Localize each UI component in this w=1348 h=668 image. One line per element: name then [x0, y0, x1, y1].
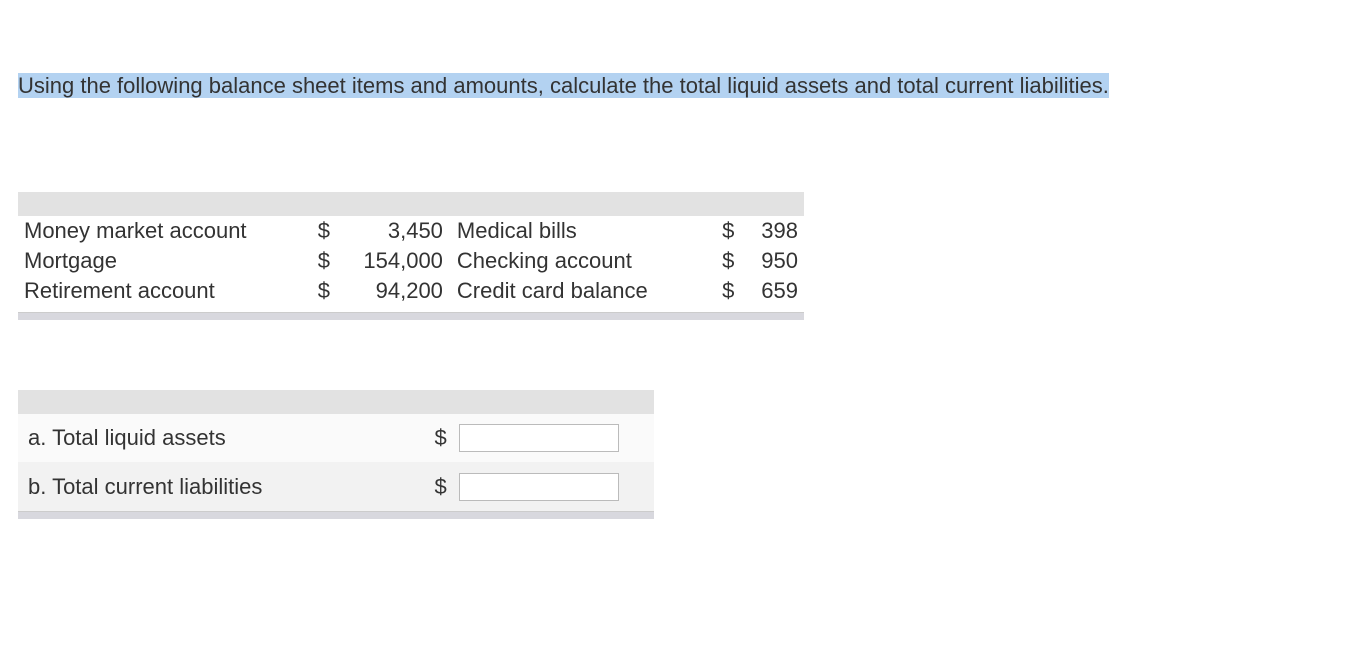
answer-field-cell: [451, 462, 654, 511]
currency-symbol: $: [424, 414, 450, 463]
item-value: 3,450: [343, 216, 451, 246]
item-value: 94,200: [343, 276, 451, 306]
answer-row: a. Total liquid assets $: [18, 414, 654, 463]
item-label: Mortgage: [18, 246, 318, 276]
page-container: Using the following balance sheet items …: [0, 0, 1348, 559]
data-header-strip: [18, 192, 804, 216]
answer-label: a. Total liquid assets: [18, 414, 424, 463]
answer-row: b. Total current liabilities $: [18, 462, 654, 511]
currency-symbol: $: [318, 276, 343, 306]
balance-items-table: Money market account $ 3,450 Medical bil…: [18, 216, 804, 306]
currency-symbol: $: [424, 462, 450, 511]
total-current-liabilities-input[interactable]: [459, 473, 619, 501]
currency-symbol: $: [716, 276, 744, 306]
question-text: Using the following balance sheet items …: [18, 73, 1109, 98]
answer-label: b. Total current liabilities: [18, 462, 424, 511]
data-footer-strip: [18, 312, 804, 320]
currency-symbol: $: [716, 216, 744, 246]
question-block: Using the following balance sheet items …: [18, 70, 1330, 102]
item-value: 398: [744, 216, 804, 246]
item-value: 659: [744, 276, 804, 306]
answer-header-strip: [18, 390, 654, 414]
item-label: Medical bills: [451, 216, 716, 246]
item-label: Credit card balance: [451, 276, 716, 306]
total-liquid-assets-input[interactable]: [459, 424, 619, 452]
data-table-block: Money market account $ 3,450 Medical bil…: [18, 192, 804, 320]
item-label: Money market account: [18, 216, 318, 246]
answer-table-block: a. Total liquid assets $ b. Total curren…: [18, 390, 654, 519]
answer-footer-strip: [18, 511, 654, 519]
item-value: 950: [744, 246, 804, 276]
item-label: Retirement account: [18, 276, 318, 306]
answer-field-cell: [451, 414, 654, 463]
item-value: 154,000: [343, 246, 451, 276]
answer-table: a. Total liquid assets $ b. Total curren…: [18, 414, 654, 511]
item-label: Checking account: [451, 246, 716, 276]
table-row: Retirement account $ 94,200 Credit card …: [18, 276, 804, 306]
table-row: Money market account $ 3,450 Medical bil…: [18, 216, 804, 246]
currency-symbol: $: [318, 246, 343, 276]
currency-symbol: $: [716, 246, 744, 276]
table-row: Mortgage $ 154,000 Checking account $ 95…: [18, 246, 804, 276]
currency-symbol: $: [318, 216, 343, 246]
